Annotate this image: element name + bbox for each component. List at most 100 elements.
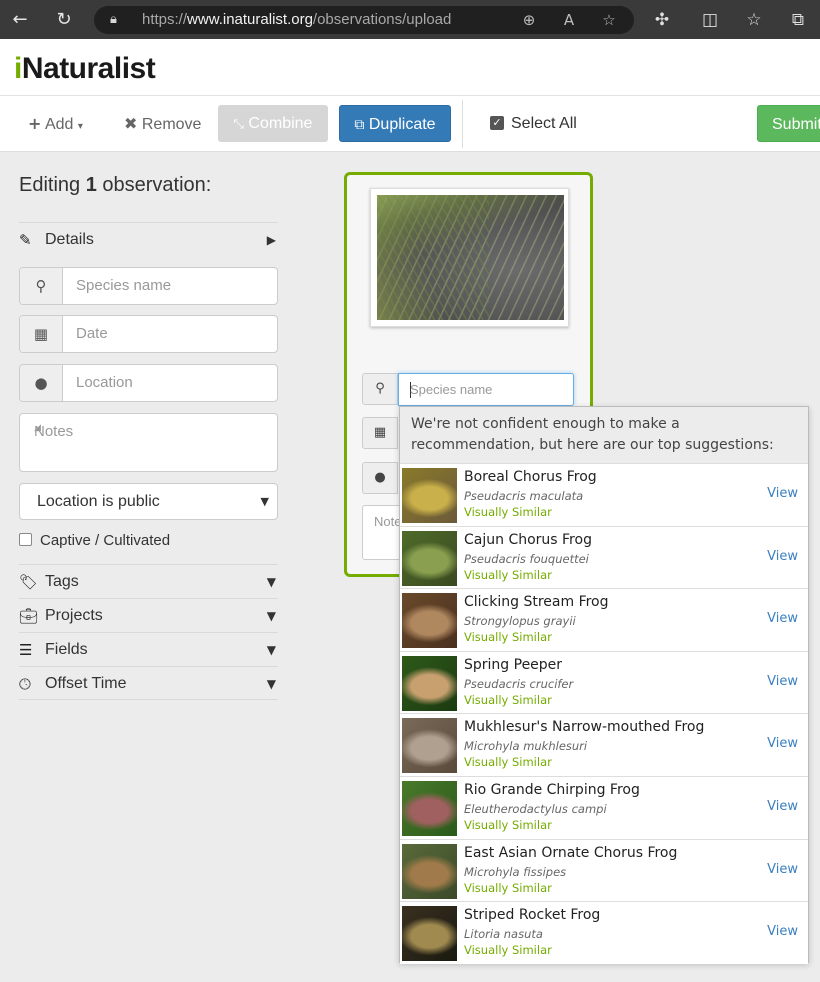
scientific-name: Microhyla fissipes: [464, 864, 567, 879]
list-icon: ☰: [19, 641, 33, 659]
suggestion-item[interactable]: Mukhlesur's Narrow-mouthed Frog Microhyla…: [400, 713, 808, 777]
frog-thumbnail[interactable]: [402, 906, 457, 962]
offset-time-section-toggle[interactable]: 🕓︎ Offset Time ▼: [19, 666, 278, 700]
map-marker-icon: ●: [362, 462, 398, 494]
view-link[interactable]: View: [767, 923, 798, 940]
view-link[interactable]: View: [767, 673, 798, 690]
card-species-input[interactable]: Species name: [398, 373, 574, 406]
suggestion-item[interactable]: Rio Grande Chirping Frog Eleutherodactylu…: [400, 776, 808, 839]
visually-similar-label: Visually Similar: [464, 505, 552, 519]
tags-section-toggle[interactable]: 🏷︎ Tags ▼: [19, 564, 278, 598]
frog-thumbnail[interactable]: [402, 781, 457, 836]
suggestion-item[interactable]: Striped Rocket Frog Litoria nasuta Visuall…: [400, 901, 808, 965]
details-section-toggle[interactable]: ✎ Details ▶: [19, 222, 278, 256]
fields-section-toggle[interactable]: ☰ Fields ▼: [19, 632, 278, 666]
suggestion-item[interactable]: Boreal Chorus Frog Pseudacris maculata Vis…: [400, 463, 808, 526]
suggestion-item[interactable]: East Asian Ornate Chorus Frog Microhyla f…: [400, 838, 808, 902]
view-link[interactable]: View: [767, 798, 798, 815]
clock-icon: 🕓︎: [19, 675, 31, 693]
favorites-icon[interactable]: ☆: [742, 8, 766, 32]
chevron-down-icon: ▼: [260, 495, 269, 508]
location-field[interactable]: ● Location: [19, 364, 278, 402]
visually-similar-label: Visually Similar: [464, 755, 552, 770]
common-name[interactable]: Mukhlesur's Narrow-mouthed Frog: [464, 719, 704, 736]
tag-icon: 🏷︎: [19, 573, 39, 591]
split-screen-icon[interactable]: ◫: [698, 8, 722, 32]
extensions-icon[interactable]: ✣: [650, 8, 674, 32]
location-privacy-select[interactable]: Location is public ▼: [19, 483, 278, 520]
refresh-icon[interactable]: ↻: [52, 8, 76, 32]
view-link[interactable]: View: [767, 861, 798, 878]
species-name-field[interactable]: ⚲ Species name: [19, 267, 278, 305]
lock-icon: 🔒︎: [110, 12, 117, 27]
frog-thumbnail[interactable]: [402, 718, 457, 774]
search-icon: ⚲: [20, 268, 63, 304]
remove-x-icon: ✖: [124, 114, 138, 133]
map-marker-icon: ●: [20, 365, 63, 401]
submit-button[interactable]: Submit: [757, 105, 820, 142]
pencil-icon: ✎: [19, 231, 32, 249]
species-suggestions-dropdown: We're not confident enough to make a rec…: [399, 406, 809, 965]
visually-similar-label: Visually Similar: [464, 880, 552, 895]
visually-similar-label: Visually Similar: [464, 630, 552, 645]
collections-icon[interactable]: ⧉: [786, 8, 810, 32]
common-name[interactable]: Rio Grande Chirping Frog: [464, 782, 640, 799]
view-link[interactable]: View: [767, 548, 798, 565]
favorite-star-icon[interactable]: ☆: [600, 11, 618, 29]
common-name[interactable]: Cajun Chorus Frog: [464, 532, 592, 549]
observation-photo-frame[interactable]: [370, 188, 569, 327]
common-name[interactable]: Spring Peeper: [464, 657, 562, 674]
scientific-name: Eleutherodactylus campi: [464, 802, 607, 816]
visually-similar-label: Visually Similar: [464, 567, 552, 582]
checkbox-empty-icon: [19, 533, 32, 546]
view-link[interactable]: View: [767, 735, 798, 752]
remove-button[interactable]: ✖ Remove: [124, 105, 201, 142]
caret-down-icon: ▼: [266, 575, 276, 589]
upload-toolbar: + Add ▾ ✖ Remove ⤡ Combine ⧉ Duplicate ✓…: [0, 96, 820, 152]
suggestion-item[interactable]: Cajun Chorus Frog Pseudacris fouquettei Vi…: [400, 525, 808, 589]
visually-similar-label: Visually Similar: [464, 943, 552, 958]
view-link[interactable]: View: [767, 485, 798, 502]
url-text[interactable]: https://www.inaturalist.org/observations…: [142, 11, 451, 29]
common-name[interactable]: East Asian Ornate Chorus Frog: [464, 845, 677, 862]
common-name[interactable]: Clicking Stream Frog: [464, 594, 609, 611]
toolbar-divider: [462, 100, 463, 148]
view-link[interactable]: View: [767, 610, 798, 627]
suggestion-item[interactable]: Clicking Stream Frog Strongylopus grayii V…: [400, 588, 808, 652]
caret-down-icon: ▼: [266, 677, 276, 691]
address-bar[interactable]: 🔒︎ https://www.inaturalist.org/observati…: [94, 6, 634, 34]
copy-icon: ⧉: [354, 117, 365, 133]
captive-checkbox[interactable]: Captive / Cultivated: [19, 532, 170, 550]
browser-toolbar: ← ↻ 🔒︎ https://www.inaturalist.org/obser…: [0, 0, 820, 39]
combine-button[interactable]: ⤡ Combine: [218, 105, 328, 142]
read-aloud-icon[interactable]: A: [560, 11, 578, 29]
site-header: iNaturalist: [0, 39, 820, 96]
suggestion-item[interactable]: Spring Peeper Pseudacris crucifer Visually…: [400, 650, 808, 714]
frog-thumbnail[interactable]: [402, 593, 457, 649]
inaturalist-logo[interactable]: iNaturalist: [14, 53, 156, 85]
duplicate-button[interactable]: ⧉ Duplicate: [339, 105, 451, 142]
caret-down-icon: ▼: [266, 643, 276, 657]
scientific-name: Litoria nasuta: [464, 927, 543, 942]
briefcase-icon: 💼︎: [19, 607, 39, 625]
add-button[interactable]: + Add ▾: [28, 105, 83, 142]
notes-textarea[interactable]: Notes ◢: [19, 413, 278, 472]
calendar-icon: ▦: [20, 316, 63, 352]
resize-grip-icon[interactable]: ◢: [34, 423, 275, 470]
select-all-checkbox[interactable]: ✓ Select All: [490, 105, 577, 142]
back-icon[interactable]: ←: [8, 8, 32, 32]
common-name[interactable]: Boreal Chorus Frog: [464, 469, 597, 486]
frog-thumbnail[interactable]: [402, 530, 457, 586]
frog-thumbnail[interactable]: [402, 843, 457, 899]
frog-thumbnail[interactable]: [402, 655, 457, 711]
scientific-name: Pseudacris maculata: [464, 489, 584, 503]
frog-thumbnail[interactable]: [402, 468, 457, 523]
date-field[interactable]: ▦ Date: [19, 315, 278, 353]
common-name[interactable]: Striped Rocket Frog: [464, 907, 600, 924]
compress-icon: ⤡: [233, 117, 244, 132]
suggestions-header: We're not confident enough to make a rec…: [400, 407, 808, 463]
projects-section-toggle[interactable]: 💼︎ Projects ▼: [19, 598, 278, 632]
zoom-icon[interactable]: ⊕: [520, 11, 538, 29]
caret-down-icon: ▾: [77, 121, 83, 132]
scientific-name: Pseudacris crucifer: [464, 676, 574, 691]
